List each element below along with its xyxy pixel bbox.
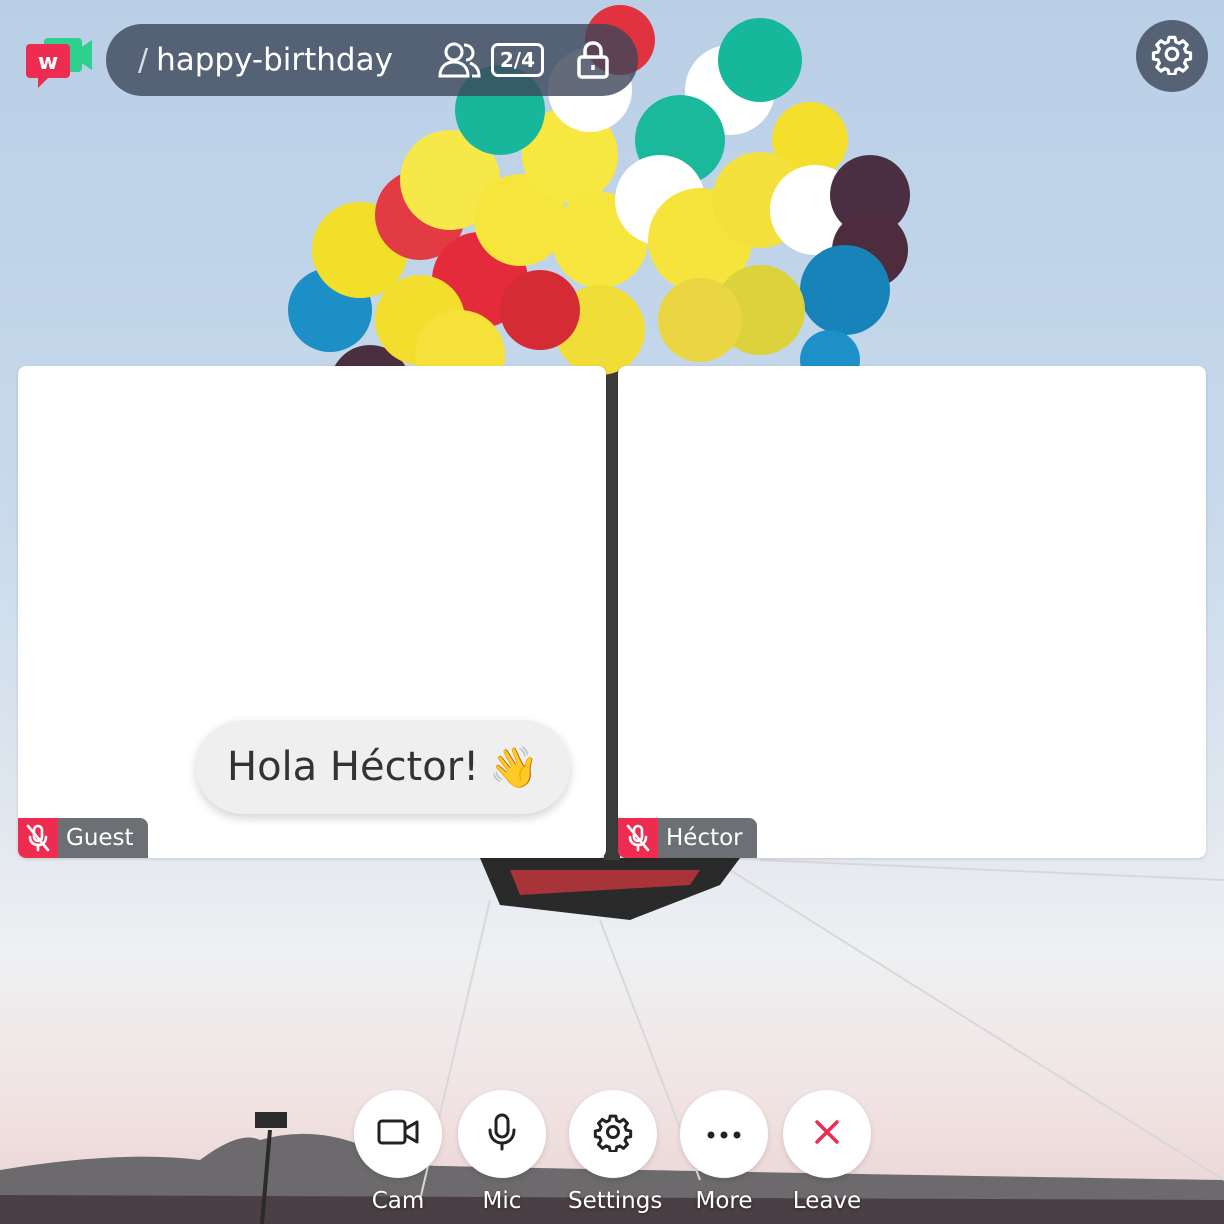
room-name: happy-birthday <box>156 42 393 78</box>
room-path-slash: / <box>138 42 149 78</box>
gear-icon <box>1151 33 1193 79</box>
mic-off-icon <box>18 818 58 858</box>
people-icon <box>437 40 481 80</box>
participant-name: Héctor <box>658 818 757 858</box>
participant-name-tag: Guest <box>18 818 148 858</box>
whereby-logo-icon[interactable]: w <box>24 38 92 92</box>
more-label: More <box>695 1188 753 1214</box>
cam-label: Cam <box>371 1188 425 1214</box>
mic-control: Mic <box>457 1090 547 1214</box>
settings-button[interactable] <box>569 1090 657 1178</box>
gear-icon <box>593 1112 633 1156</box>
waving-hand-emoji: 👋 <box>489 744 540 791</box>
more-icon <box>706 1125 742 1144</box>
more-button[interactable] <box>680 1090 768 1178</box>
room-info-bar: / happy-birthday 2/4 <box>106 24 638 96</box>
participant-name-tag: Héctor <box>618 818 757 858</box>
camera-icon <box>377 1117 419 1151</box>
leave-label: Leave <box>792 1188 862 1214</box>
leave-control: Leave <box>782 1090 872 1214</box>
leave-button[interactable] <box>783 1090 871 1178</box>
video-tile-hector[interactable]: Héctor <box>618 366 1206 858</box>
participant-count-badge: 2/4 <box>490 43 544 77</box>
room-settings-button[interactable] <box>1136 20 1208 92</box>
settings-control: Settings <box>568 1090 663 1214</box>
mic-off-icon <box>618 818 658 858</box>
chat-bubble-text: Hola Héctor! <box>226 744 480 790</box>
close-icon <box>814 1119 840 1149</box>
mic-button[interactable] <box>458 1090 546 1178</box>
more-control: More <box>679 1090 769 1214</box>
cam-button[interactable] <box>354 1090 442 1178</box>
cam-control: Cam <box>353 1090 443 1214</box>
mic-label: Mic <box>482 1188 522 1214</box>
microphone-icon <box>487 1113 517 1155</box>
svg-text:w: w <box>38 50 58 75</box>
participant-name: Guest <box>58 818 148 858</box>
lock-icon[interactable] <box>576 40 610 80</box>
call-controls: Cam Mic Settings More Leave <box>0 1090 1224 1224</box>
chat-bubble: Hola Héctor! 👋 <box>196 720 570 814</box>
settings-label: Settings <box>568 1188 663 1214</box>
